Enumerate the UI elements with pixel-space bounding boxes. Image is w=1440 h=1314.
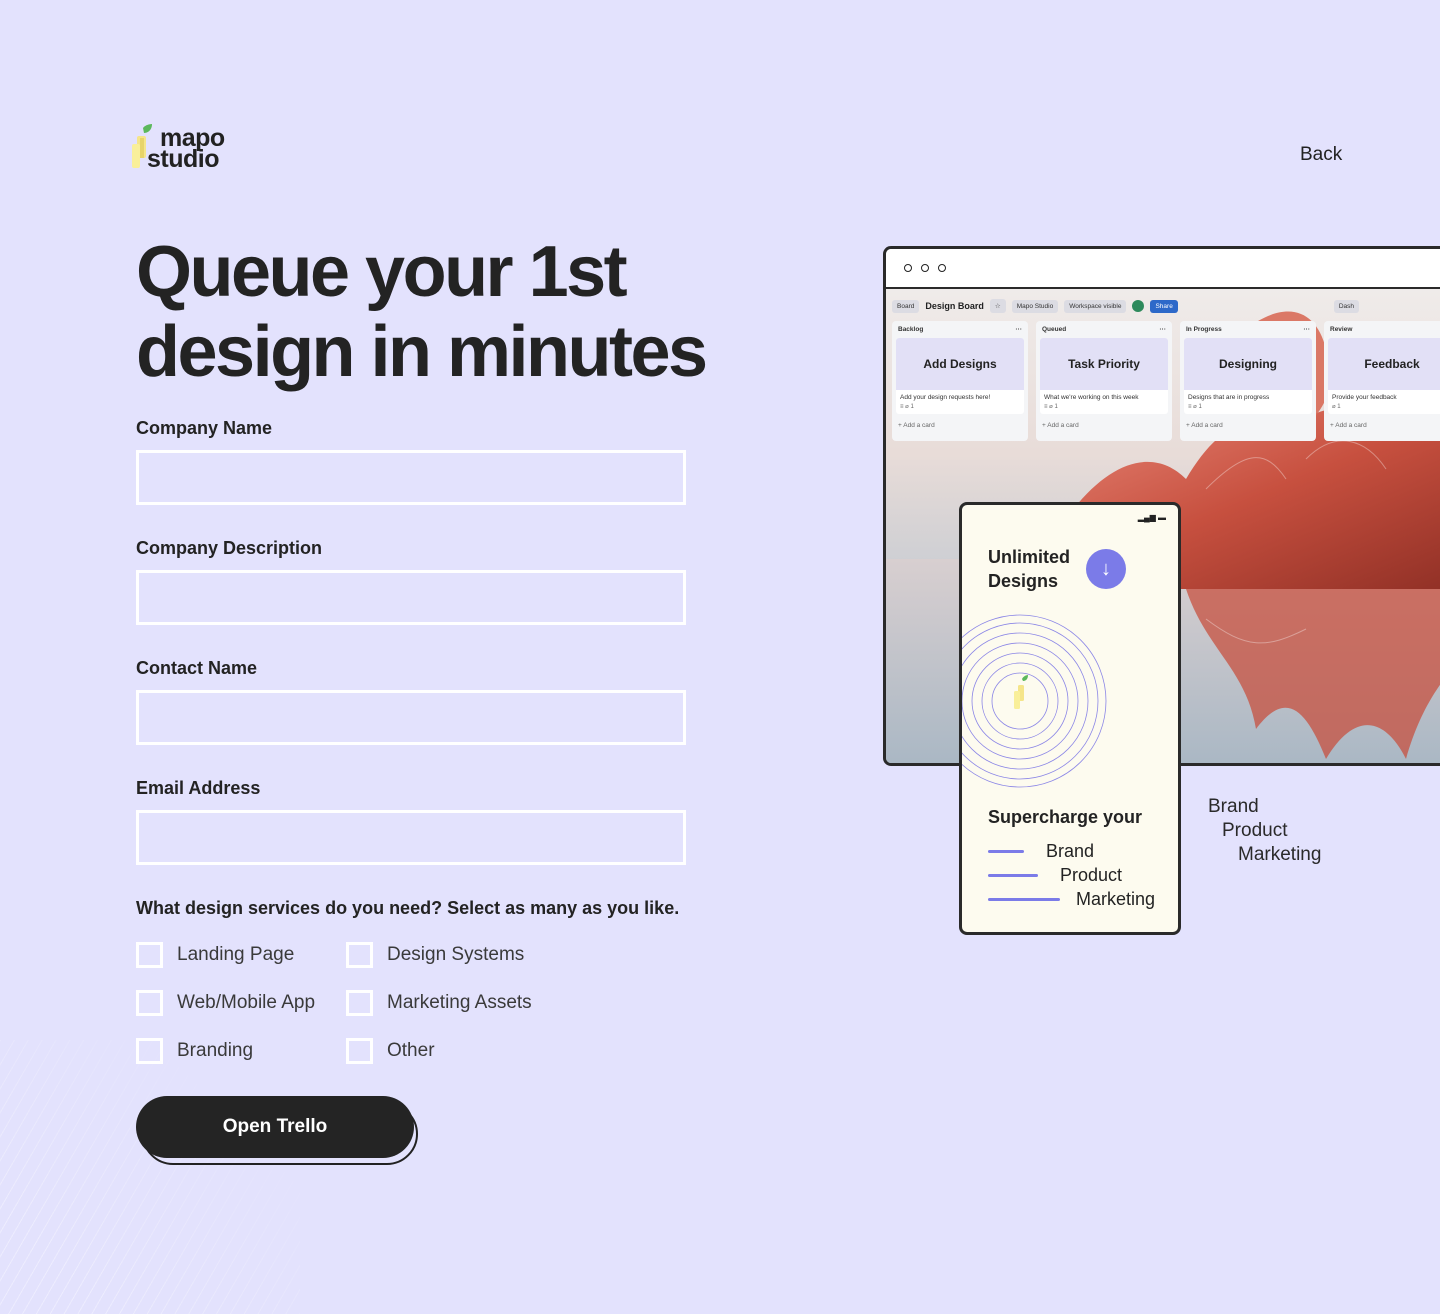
avatar[interactable] — [1132, 300, 1145, 312]
logo-word-studio: studio — [147, 145, 220, 173]
card-meta-icon: ≡ ⌀ 1 — [1044, 404, 1058, 410]
email-address-label: Email Address — [136, 778, 261, 798]
checkbox-marketing-assets[interactable]: Marketing Assets — [346, 990, 532, 1016]
checkbox-landing-page[interactable]: Landing Page — [136, 942, 294, 968]
side-word-brand: Brand — [1208, 796, 1259, 817]
more-icon[interactable]: ··· — [1160, 326, 1167, 333]
window-dot-icon — [904, 264, 912, 272]
side-word-product: Product — [1222, 820, 1288, 841]
checkbox-box[interactable] — [136, 1038, 163, 1064]
checkbox-box[interactable] — [346, 1038, 373, 1064]
email-address-input[interactable] — [136, 810, 686, 865]
view-switcher[interactable]: Board — [892, 299, 920, 313]
column-title: In Progress — [1186, 326, 1222, 333]
checkbox-box[interactable] — [136, 942, 163, 968]
checkbox-web-mobile-app[interactable]: Web/Mobile App — [136, 990, 315, 1016]
board-column-in-progress: In Progress ··· Designing Designs that ar… — [1180, 321, 1316, 441]
card-title: Feedback — [1328, 338, 1440, 390]
board-column-queued: Queued ··· Task Priority What we're worki… — [1036, 321, 1172, 441]
checkbox-other[interactable]: Other — [346, 1038, 435, 1064]
title-line-1: Queue your 1st — [136, 232, 628, 312]
open-trello-button-wrap: Open Trello — [136, 1096, 420, 1166]
page-title: Queue your 1st design in minutes — [136, 232, 796, 392]
accent-line — [988, 850, 1024, 853]
checkbox-label: Branding — [177, 1040, 254, 1061]
company-description-input[interactable] — [136, 570, 686, 625]
card-title: Task Priority — [1040, 338, 1168, 390]
contact-name-input[interactable] — [136, 690, 686, 745]
phone-tagline: Supercharge your — [988, 807, 1143, 827]
board-card[interactable]: Feedback Provide your feedback ⌀ 1 — [1328, 338, 1440, 414]
column-title: Backlog — [898, 326, 924, 333]
card-title: Add Designs — [896, 338, 1024, 390]
add-card-link[interactable]: + Add a card — [1324, 414, 1440, 437]
card-meta-icon: ≡ ⌀ 1 — [900, 404, 914, 410]
checkbox-box[interactable] — [136, 990, 163, 1016]
phone-word-product: Product — [1060, 865, 1123, 885]
dashboard-chip[interactable]: Dash — [1333, 299, 1360, 313]
checkbox-box[interactable] — [346, 942, 373, 968]
phone-headline-line-1: Unlimited — [988, 547, 1071, 567]
concentric-rings-graphic — [962, 614, 1107, 788]
checkbox-label: Landing Page — [177, 944, 295, 965]
workspace-chip[interactable]: Mapo Studio — [1011, 299, 1059, 313]
contact-name-label: Contact Name — [136, 658, 258, 678]
card-meta-icon: ≡ ⌀ 1 — [1188, 404, 1202, 410]
hatch-pattern — [0, 1040, 300, 1314]
board-column-review: Review··· Feedback Provide your feedback… — [1324, 321, 1440, 441]
signal-battery-icon: ▂▄▆ ▬ — [1137, 513, 1166, 522]
mapo-studio-logo[interactable]: mapo studio — [130, 120, 240, 176]
column-title: Queued — [1042, 326, 1067, 333]
board-card[interactable]: Add Designs Add your design requests her… — [896, 338, 1024, 414]
more-icon[interactable]: ··· — [1016, 326, 1023, 333]
checkbox-label: Design Systems — [387, 944, 525, 965]
checkbox-branding[interactable]: Branding — [136, 1038, 253, 1064]
checkbox-label: Web/Mobile App — [177, 992, 316, 1013]
arrow-down-icon[interactable]: ↓ — [1086, 549, 1126, 589]
board-toolbar: Board Design Board ☆ Mapo Studio Workspa… — [892, 297, 1440, 315]
back-link[interactable]: Back — [1300, 144, 1342, 166]
card-description: Provide your feedback — [1332, 394, 1397, 401]
checkbox-design-systems[interactable]: Design Systems — [346, 942, 524, 968]
phone-word-brand: Brand — [1046, 841, 1095, 861]
phone-mockup: ▂▄▆ ▬ Unlimited Designs ↓ Supercharge yo… — [959, 502, 1181, 935]
window-dot-icon — [921, 264, 929, 272]
accent-line — [988, 898, 1060, 901]
board-title: Design Board — [925, 301, 984, 311]
add-card-link[interactable]: + Add a card — [892, 414, 1028, 437]
card-description: Designs that are in progress — [1188, 394, 1270, 401]
checkbox-label: Other — [387, 1040, 435, 1061]
side-word-marketing: Marketing — [1238, 844, 1322, 865]
share-button[interactable]: Share — [1150, 299, 1178, 313]
add-card-link[interactable]: + Add a card — [1180, 414, 1316, 437]
phone-word-marketing: Marketing — [1076, 889, 1156, 909]
board-card[interactable]: Task Priority What we're working on this… — [1040, 338, 1168, 414]
company-name-label: Company Name — [136, 418, 273, 438]
visibility-chip[interactable]: Workspace visible — [1064, 299, 1127, 313]
star-icon[interactable]: ☆ — [989, 299, 1006, 313]
more-icon[interactable]: ··· — [1304, 326, 1311, 333]
services-question: What design services do you need? Select… — [136, 898, 680, 918]
browser-titlebar — [886, 249, 1440, 289]
company-name-input[interactable] — [136, 450, 686, 505]
board-card[interactable]: Designing Designs that are in progress ≡… — [1184, 338, 1312, 414]
card-meta-icon: ⌀ 1 — [1332, 404, 1341, 410]
checkbox-box[interactable] — [346, 990, 373, 1016]
add-card-link[interactable]: + Add a card — [1036, 414, 1172, 437]
column-title: Review — [1330, 326, 1353, 333]
card-title: Designing — [1184, 338, 1312, 390]
phone-headline-line-2: Designs — [988, 571, 1059, 591]
title-line-2: design in minutes — [136, 312, 708, 392]
board-column-backlog: Backlog ··· Add Designs Add your design r… — [892, 321, 1028, 441]
company-description-label: Company Description — [136, 538, 323, 558]
window-dot-icon — [938, 264, 946, 272]
phone-headline: Unlimited Designs — [988, 545, 1098, 593]
card-description: What we're working on this week — [1044, 394, 1139, 401]
card-description: Add your design requests here! — [900, 394, 991, 401]
open-trello-button[interactable]: Open Trello — [136, 1096, 414, 1158]
checkbox-label: Marketing Assets — [387, 992, 532, 1013]
accent-line — [988, 874, 1038, 877]
